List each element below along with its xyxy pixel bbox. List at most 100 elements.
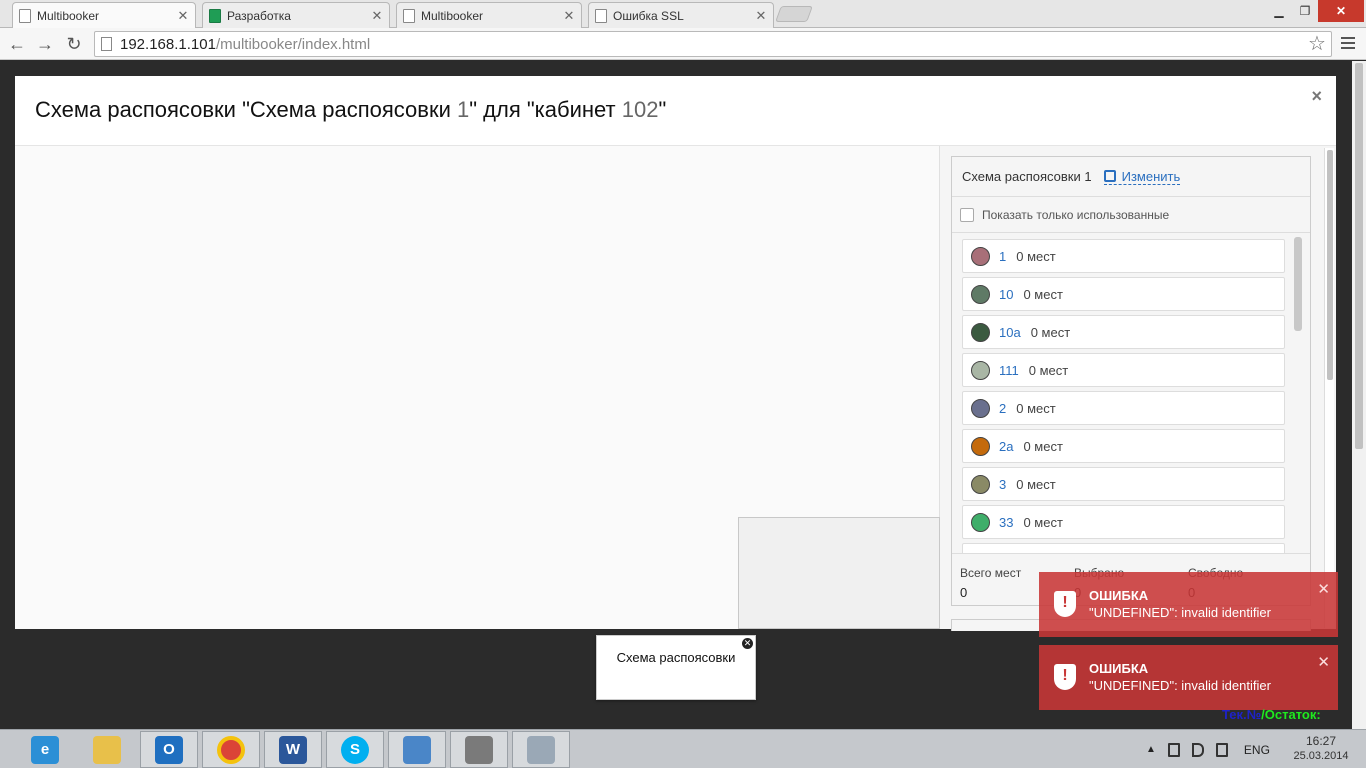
bookmark-star-icon[interactable]: ☆ [1308, 31, 1326, 56]
scheme-sidebar: Схема распоясовки 1 Изменить Показать то… [940, 146, 1336, 631]
list-scrollbar[interactable] [1294, 237, 1303, 551]
list-item[interactable]: 111 0 мест [962, 353, 1285, 387]
modal-close-icon[interactable]: × [1311, 86, 1322, 107]
show-hidden-icons-icon[interactable]: ▲ [1146, 744, 1156, 755]
item-label[interactable]: 3 [999, 477, 1006, 492]
back-arrow-icon[interactable]: ← [6, 33, 28, 55]
tab-close-icon[interactable]: ✕ [755, 8, 767, 24]
outlook-icon[interactable]: O [140, 731, 198, 768]
internet-explorer-icon[interactable]: e [16, 731, 74, 768]
item-label[interactable]: 2 [999, 401, 1006, 416]
scheme-panel: Схема распоясовки 1 Изменить Показать то… [951, 156, 1311, 606]
item-seats: 0 мест [1023, 514, 1063, 530]
canvas-minimap[interactable] [738, 517, 940, 629]
window-close-button[interactable]: ✕ [1318, 0, 1364, 22]
color-dot [971, 284, 990, 304]
volume-icon[interactable] [1191, 742, 1204, 757]
tab-ssl-error[interactable]: Ошибка SSL ✕ [588, 2, 774, 28]
toast-close-icon[interactable]: ✕ [1317, 580, 1330, 598]
scheme-popup[interactable]: Схема распоясовки ✕ [596, 635, 756, 700]
item-seats: 0 мест [1030, 324, 1071, 340]
network-icon[interactable] [1215, 742, 1228, 757]
tab-close-icon[interactable]: ✕ [563, 8, 575, 24]
tab-close-icon[interactable]: ✕ [371, 8, 383, 24]
seat-group-list: 1 0 мест 10 0 мест 10а 0 мест 111 0 мест 2 0 … [952, 235, 1295, 553]
tab-close-icon[interactable]: ✕ [177, 8, 189, 24]
list-item[interactable]: 2 0 мест [962, 391, 1285, 425]
clock[interactable]: 16:27 25.03.2014 [1284, 734, 1358, 764]
list-item[interactable]: 33 0 мест [962, 505, 1285, 539]
list-item[interactable] [962, 543, 1285, 553]
device-icon[interactable] [1167, 742, 1180, 757]
show-used-label: Показать только использованные [982, 207, 1170, 222]
tab-title: Multibooker [421, 8, 484, 23]
minimize-button[interactable]: ▁ [1266, 0, 1292, 22]
toast-title: Ошибка [1089, 661, 1149, 676]
list-item[interactable]: 10 0 мест [962, 277, 1285, 311]
reload-icon[interactable]: ↻ [63, 33, 85, 55]
color-dot [971, 512, 990, 532]
color-dot [971, 360, 990, 380]
tab-title: Разработка [227, 8, 291, 23]
tab-multibooker[interactable]: Multibooker ✕ [396, 2, 582, 28]
item-label[interactable]: 111 [999, 363, 1019, 378]
edit-scheme-link[interactable]: Изменить [1103, 169, 1181, 185]
list-item[interactable]: 3 0 мест [962, 467, 1285, 501]
item-label[interactable]: 1 [999, 249, 1006, 264]
scheme-name: Схема распоясовки 1 [962, 169, 1092, 184]
toast-message: "UNDEFINED": invalid identifier [1089, 605, 1271, 620]
page-icon [101, 37, 112, 51]
windows-taskbar: e O W S ▲ ENG 16:27 25.03.2014 [0, 729, 1366, 768]
show-used-checkbox[interactable] [960, 207, 974, 222]
clock-time: 16:27 [1305, 734, 1337, 748]
remote-desktop-icon[interactable] [388, 731, 446, 768]
item-label[interactable]: 2а [999, 439, 1013, 454]
item-label[interactable]: 10а [999, 325, 1021, 340]
toast-close-icon[interactable]: ✕ [1317, 653, 1330, 671]
clock-date: 25.03.2014 [1293, 750, 1349, 762]
item-seats: 0 мест [1023, 286, 1063, 302]
remaining-label: Остаток: [1264, 707, 1321, 722]
word-icon[interactable]: W [264, 731, 322, 768]
tab-razrabotka[interactable]: Разработка ✕ [202, 2, 390, 28]
error-toast[interactable]: ! Ошибка "UNDEFINED": invalid identifier… [1039, 645, 1338, 710]
page-scrollbar[interactable] [1352, 61, 1366, 729]
color-dot [971, 246, 990, 266]
tab-multibooker-active[interactable]: Multibooker ✕ [12, 2, 196, 28]
shield-alert-icon: ! [1054, 591, 1076, 617]
scrollbar-thumb[interactable] [1355, 63, 1363, 449]
list-item[interactable]: 10а 0 мест [962, 315, 1285, 349]
new-tab-button[interactable] [775, 6, 813, 22]
show-used-filter[interactable]: Показать только использованные [952, 197, 1310, 233]
item-seats: 0 мест [1028, 362, 1069, 378]
scheme-canvas[interactable] [15, 146, 940, 629]
tek-label: Тек.№ [1222, 707, 1262, 722]
chrome-icon[interactable] [202, 731, 260, 768]
list-item[interactable]: 2а 0 мест [962, 429, 1285, 463]
error-toast[interactable]: ! Ошибка "UNDEFINED": invalid identifier… [1039, 572, 1338, 637]
forward-arrow-icon[interactable]: → [34, 33, 56, 55]
item-label[interactable]: 33 [999, 515, 1013, 530]
firewall-icon[interactable] [450, 731, 508, 768]
file-explorer-icon[interactable] [78, 731, 136, 768]
scrollbar-thumb[interactable] [1294, 237, 1302, 331]
language-indicator[interactable]: ENG [1244, 743, 1270, 757]
sidebar-scrollbar[interactable] [1324, 148, 1334, 628]
color-dot [971, 474, 990, 494]
monitor-icon[interactable] [512, 731, 570, 768]
url-path: /multibooker/index.html [215, 35, 371, 53]
address-bar[interactable]: 192.168.1.101/multibooker/index.html [94, 31, 1332, 57]
modal-title: Схема распоясовки "Схема распоясовки 1" … [35, 97, 667, 122]
color-dot [971, 322, 990, 342]
scheme-modal: Схема распоясовки "Схема распоясовки 1" … [15, 76, 1336, 631]
item-seats: 0 мест [1016, 400, 1056, 416]
color-dot [971, 398, 990, 418]
page-icon [595, 8, 607, 23]
skype-icon[interactable]: S [326, 731, 384, 768]
menu-hamburger-icon[interactable] [1340, 34, 1356, 52]
item-label[interactable]: 10 [999, 287, 1013, 302]
maximize-button[interactable]: ❐ [1292, 0, 1318, 22]
list-item[interactable]: 1 0 мест [962, 239, 1285, 273]
popup-close-icon[interactable]: ✕ [742, 638, 753, 649]
scrollbar-thumb[interactable] [1327, 150, 1333, 380]
